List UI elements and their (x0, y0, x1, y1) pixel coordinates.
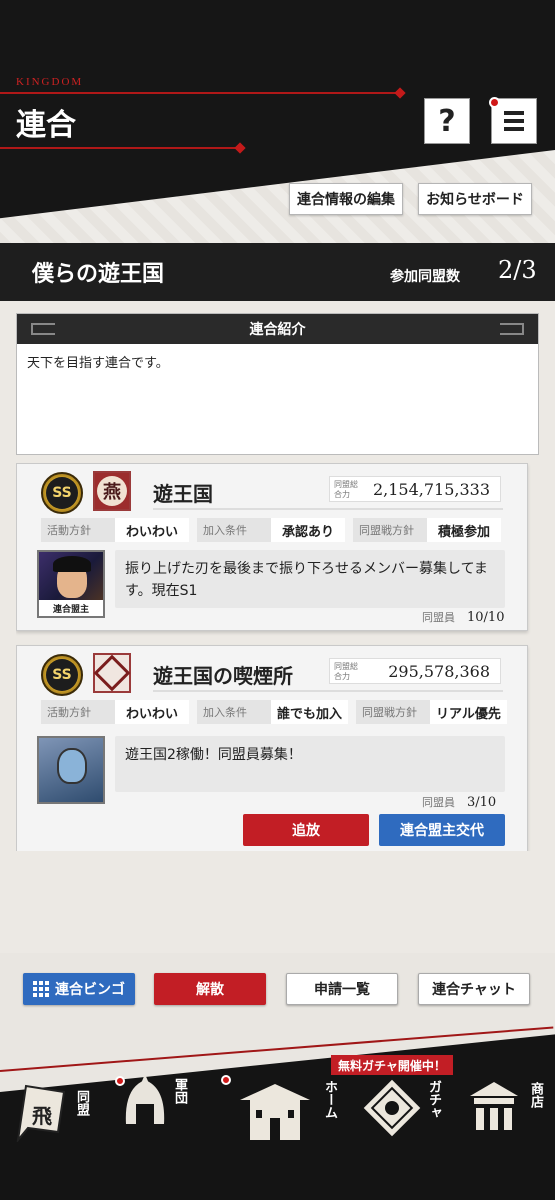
power-value: 295,578,368 (388, 662, 490, 681)
power-value: 2,154,715,333 (372, 480, 490, 499)
ornament-icon (500, 323, 524, 335)
edit-alliance-info-button[interactable]: 連合情報の編集 (289, 183, 403, 215)
nav-home-dot (221, 1075, 231, 1085)
league-crest-icon: 燕 (93, 471, 131, 511)
league-name: 遊王国の喫煙所 (153, 664, 293, 688)
name-underline (153, 690, 503, 692)
nav-shop[interactable]: 商店 (466, 1080, 552, 1150)
flag-glyph: 飛 (32, 1104, 52, 1128)
grid-icon (33, 981, 49, 997)
policy-tags: 活動方針 わいわい 加入条件 承認あり 同盟戦方針 積極参加 (41, 518, 501, 542)
brand-text: KINGDOM (16, 76, 84, 88)
header-divider (0, 87, 406, 99)
page-title: 連合 (16, 108, 76, 143)
rank-badge: SS (41, 654, 83, 696)
header-band (0, 0, 555, 260)
power-label: 同盟総合力 (334, 480, 358, 499)
help-button[interactable]: ? (424, 98, 470, 144)
requests-button[interactable]: 申請一覧 (286, 973, 398, 1005)
intro-panel: 連合紹介 天下を目指す連合です。 (16, 313, 539, 455)
promo-banner[interactable]: 無料ガチャ開催中！ (331, 1055, 453, 1075)
power-label: 同盟総合力 (334, 662, 358, 681)
castle-icon (240, 1084, 310, 1140)
tag-activity: 活動方針 わいわい (41, 518, 189, 542)
league-list[interactable]: SS 燕 遊王国 同盟総合力 2,154,715,333 活動方針 わいわい 加入… (16, 463, 539, 851)
member-count-label: 参加同盟数 (390, 269, 460, 285)
alliance-chat-button[interactable]: 連合チャット (418, 973, 530, 1005)
league-message: 遊王国2稼働！同盟員募集！ (115, 736, 505, 792)
bingo-button[interactable]: 連合ビンゴ (23, 973, 135, 1005)
intro-heading: 連合紹介 (17, 314, 538, 344)
notification-dot (489, 97, 500, 108)
nav-shop-label: 商店 (528, 1082, 543, 1108)
league-crest-icon (93, 653, 131, 693)
intro-heading-text: 連合紹介 (249, 322, 306, 338)
tag-join: 加入条件 誰でも加入 (197, 700, 349, 724)
name-underline (153, 508, 503, 510)
intro-text: 天下を目指す連合です。 (27, 356, 169, 371)
power-box: 同盟総合力 295,578,368 (329, 658, 501, 684)
bingo-label: 連合ビンゴ (55, 982, 125, 998)
nav-alliance-label: 同盟 (74, 1090, 89, 1116)
league-card[interactable]: SS 燕 遊王国 同盟総合力 2,154,715,333 活動方針 わいわい 加入… (16, 463, 528, 631)
gacha-crest-icon (363, 1079, 421, 1137)
league-members: 同盟員 3/10 (422, 795, 497, 810)
ornament-icon (31, 323, 55, 335)
power-box: 同盟総合力 2,154,715,333 (329, 476, 501, 502)
nav-alliance[interactable]: 飛 同盟 (14, 1082, 96, 1152)
rank-badge: SS (41, 472, 83, 514)
hamburger-icon (504, 111, 524, 131)
nav-army-label: 軍団 (172, 1078, 187, 1104)
nav-home[interactable]: ホーム (236, 1070, 346, 1146)
notice-board-button[interactable]: お知らせボード (418, 183, 532, 215)
title-underline (0, 142, 246, 154)
helmet-icon (125, 1074, 165, 1124)
leader-tag: 連合盟主 (39, 600, 103, 616)
nav-gacha-label: ガチャ (426, 1080, 441, 1119)
tag-activity: 活動方針 わいわい (41, 700, 189, 724)
leader-avatar[interactable]: 連合盟主 (37, 550, 105, 618)
nav-army[interactable]: 軍団 (120, 1074, 200, 1144)
tag-war: 同盟戦方針 積極参加 (353, 518, 501, 542)
league-name: 遊王国 (153, 482, 213, 506)
nav-home-label: ホーム (322, 1080, 337, 1119)
leader-avatar[interactable] (37, 736, 105, 804)
disband-button[interactable]: 解散 (154, 973, 266, 1005)
question-icon: ? (438, 103, 456, 139)
league-members: 同盟員 10/10 (422, 610, 505, 625)
tag-war: 同盟戦方針 リアル優先 (356, 700, 507, 724)
alliance-name: 僕らの遊王国 (32, 261, 165, 287)
league-card[interactable]: SS 遊王国の喫煙所 同盟総合力 295,578,368 活動方針 わいわい 加入… (16, 645, 528, 851)
tag-join: 加入条件 承認あり (197, 518, 345, 542)
shop-icon (470, 1082, 518, 1130)
member-count: 2/3 (498, 256, 537, 284)
transfer-leader-button[interactable]: 連合盟主交代 (379, 814, 505, 846)
kick-button[interactable]: 追放 (243, 814, 369, 846)
league-message: 振り上げた刃を最後まで振り下ろせるメンバー募集してます。現在S1 (115, 550, 505, 608)
nav-gacha[interactable]: ガチャ (362, 1078, 452, 1148)
policy-tags: 活動方針 わいわい 加入条件 誰でも加入 同盟戦方針 リアル優先 (41, 700, 507, 724)
